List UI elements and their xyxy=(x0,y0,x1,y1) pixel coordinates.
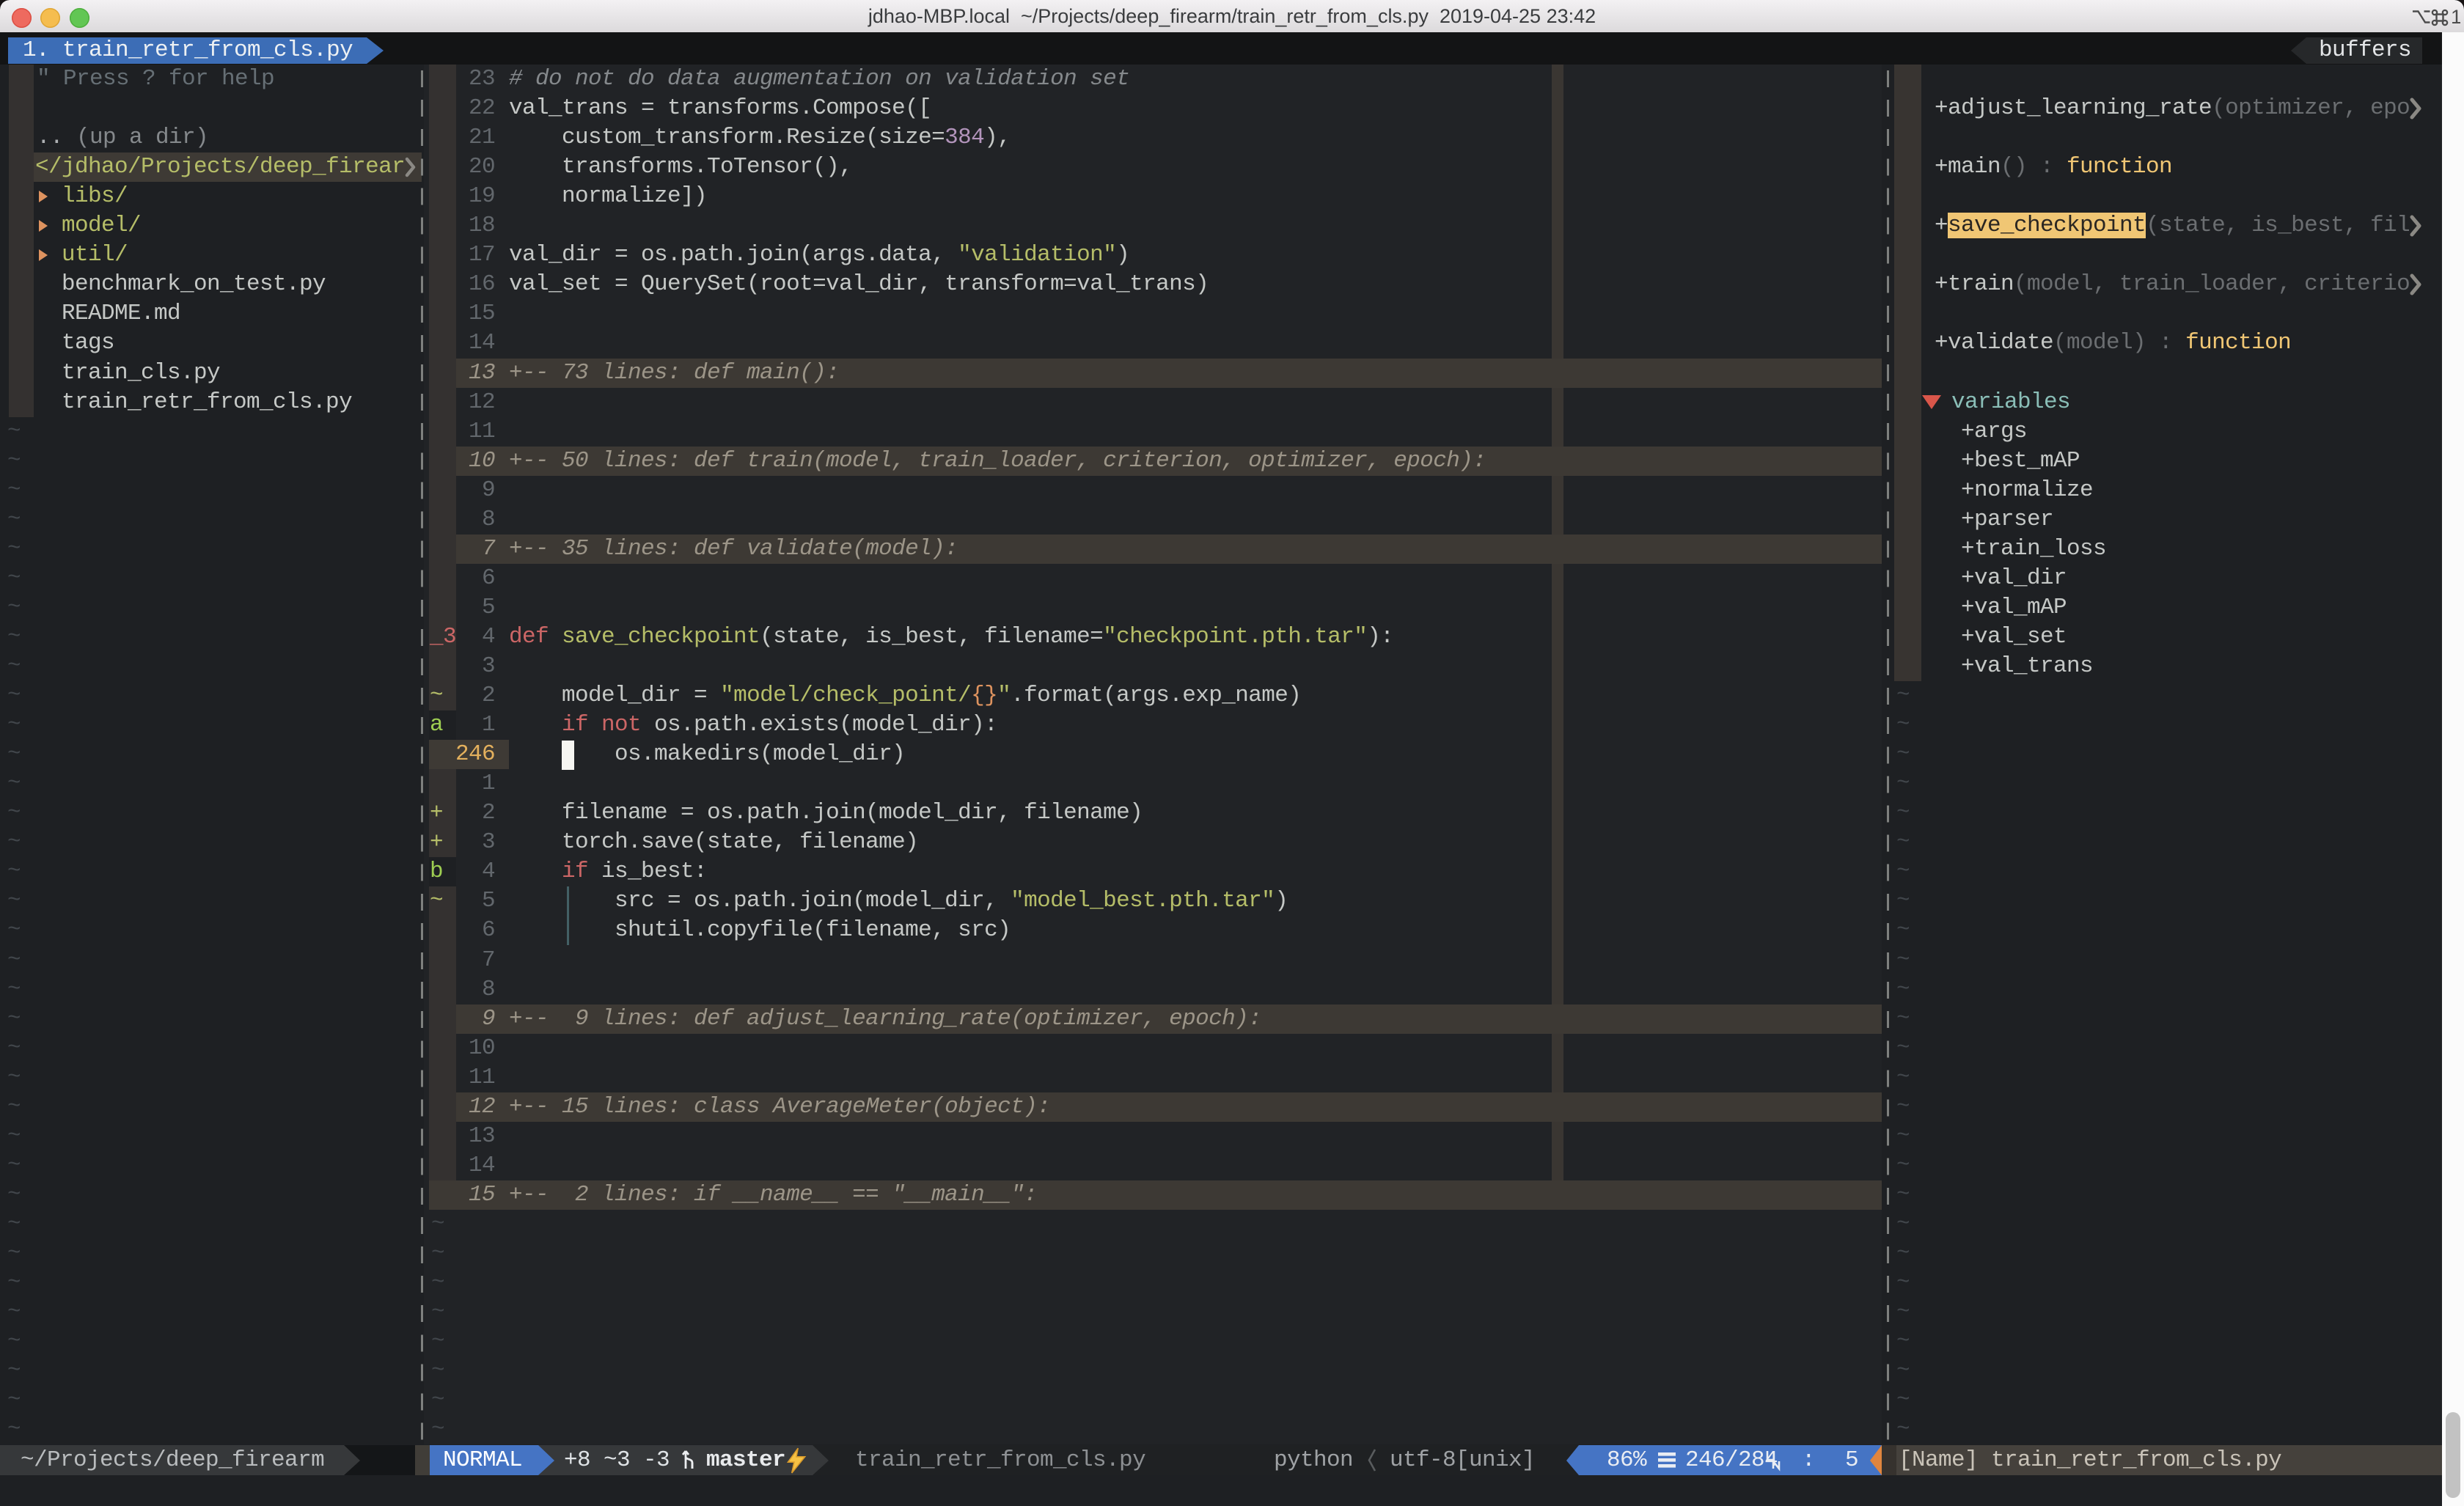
svg-text:1: 1 xyxy=(2451,7,2460,27)
